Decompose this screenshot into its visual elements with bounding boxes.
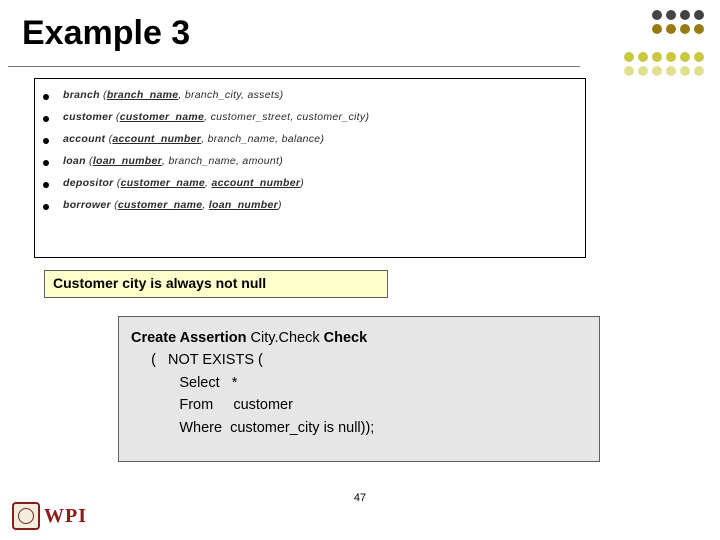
bullet-icon	[43, 204, 49, 210]
schema-text: loan (loan_number, branch_name, amount)	[63, 155, 283, 167]
code-line-5: Where customer_city is null));	[131, 417, 587, 439]
schema-row: borrower (customer_name, loan_number)	[43, 199, 577, 211]
schema-text: borrower (customer_name, loan_number)	[63, 199, 282, 211]
bullet-icon	[43, 116, 49, 122]
schema-row: loan (loan_number, branch_name, amount)	[43, 155, 577, 167]
slide-title: Example 3	[22, 14, 190, 53]
bullet-icon	[43, 138, 49, 144]
wpi-logo: WPI	[12, 502, 87, 530]
schema-text: customer (customer_name, customer_street…	[63, 111, 369, 123]
code-line-4: From customer	[131, 394, 587, 416]
schema-definitions-box: branch (branch_name, branch_city, assets…	[34, 78, 586, 258]
bullet-icon	[43, 160, 49, 166]
schema-row: branch (branch_name, branch_city, assets…	[43, 89, 577, 101]
code-line-3: Select *	[131, 372, 587, 394]
decorative-dot-grid	[624, 10, 706, 78]
wpi-logo-text: WPI	[44, 505, 87, 528]
schema-row: depositor (customer_name, account_number…	[43, 177, 577, 189]
schema-text: branch (branch_name, branch_city, assets…	[63, 89, 283, 101]
constraint-statement-box: Customer city is always not null	[44, 270, 388, 298]
schema-row: account (account_number, branch_name, ba…	[43, 133, 577, 145]
title-divider	[8, 66, 580, 67]
assertion-code-box: Create Assertion City.Check Check ( NOT …	[118, 316, 600, 462]
schema-text: depositor (customer_name, account_number…	[63, 177, 304, 189]
bullet-icon	[43, 182, 49, 188]
code-line-1: Create Assertion City.Check Check	[131, 327, 587, 349]
bullet-icon	[43, 94, 49, 100]
wpi-seal-icon	[12, 502, 40, 530]
schema-text: account (account_number, branch_name, ba…	[63, 133, 324, 145]
schema-row: customer (customer_name, customer_street…	[43, 111, 577, 123]
page-number: 47	[0, 492, 720, 504]
code-line-2: ( NOT EXISTS (	[131, 349, 587, 371]
